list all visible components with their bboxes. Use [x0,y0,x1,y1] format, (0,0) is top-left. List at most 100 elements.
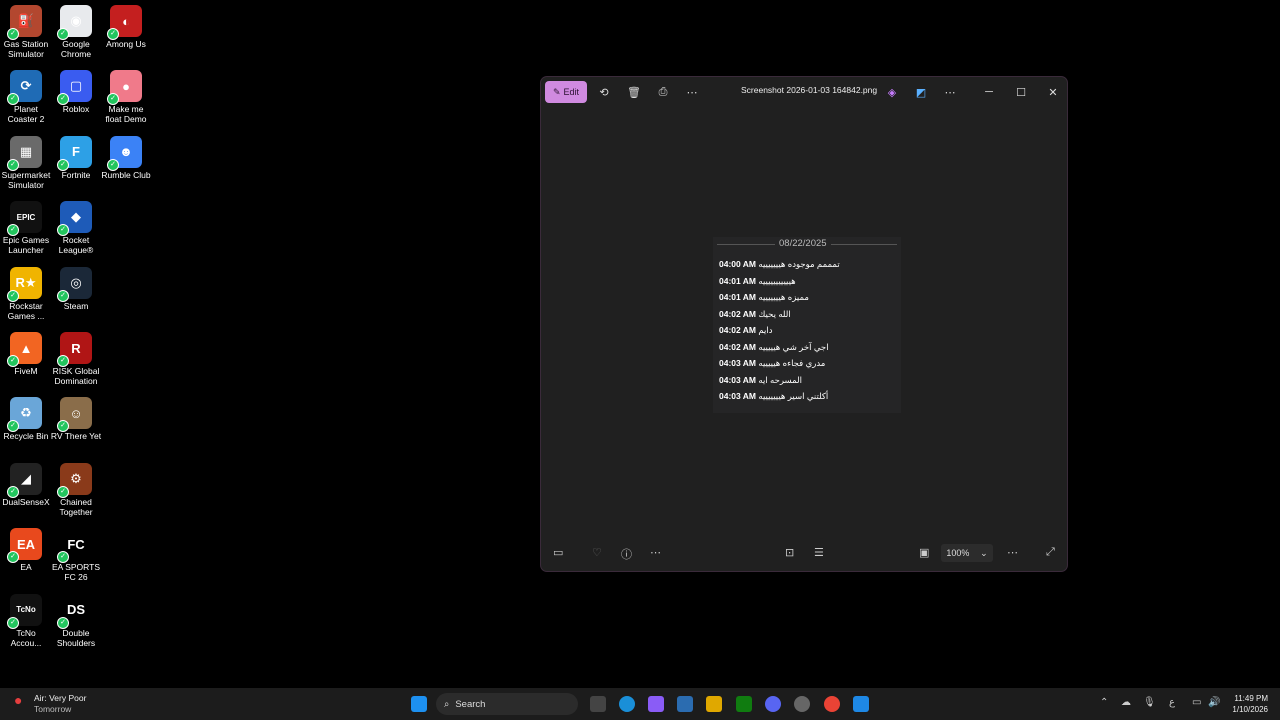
desktop-icon-label: Fortnite [61,169,91,180]
sync-badge-icon: ✓ [7,355,19,367]
weather-icon: ● [14,692,23,708]
epic-games-icon: EPIC ✓ [7,201,42,237]
paint-icon[interactable]: ◩ [914,81,928,103]
delete-icon[interactable]: 🗑 [627,81,641,103]
title-bar: ✎ Edit ⟲ 🗑 ⎙ ⋯ Screenshot 2026-01-03 164… [541,77,1067,107]
desktop-icon-tcno[interactable]: TcNo ✓ TcNo Accou... [0,593,52,648]
minimize-icon[interactable]: ─ [982,81,996,103]
tcno-icon: TcNo ✓ [7,593,42,629]
more-options-icon[interactable]: ⋯ [943,81,957,103]
copilot-taskbar-icon[interactable] [648,696,664,712]
message-time: 04:03 AM [719,358,757,368]
desktop-icon-gas-station-simulator[interactable]: ⛽ ✓ Gas Station Simulator [0,5,52,59]
dualsensex-icon: ◢ ✓ [7,462,42,498]
desktop-icon-label: Make me float Demo [105,104,147,125]
close-icon[interactable]: ✕ [1046,81,1060,103]
desktop-icon-rv-there-yet[interactable]: ☺ ✓ RV There Yet [50,397,102,441]
visual-search-icon[interactable]: ⊡ [785,546,794,559]
risk-icon: R ✓ [57,332,92,367]
fullscreen-icon[interactable]: ⤢ [1046,546,1055,559]
desktop-icon-label: RISK Global Domination [52,366,100,386]
start-icon[interactable] [411,696,427,712]
fit-to-window-icon[interactable]: ▣ [919,546,929,559]
store-icon[interactable] [677,696,693,712]
message-text: المسرحه ايه [758,374,802,385]
desktop-icon-rumble-club[interactable]: ☻ ✓ Rumble Club [100,135,152,180]
message-text: هيييييييييييه [758,275,796,286]
clock-date: 1/10/2026 [1232,705,1268,714]
chrome-taskbar-icon[interactable] [824,696,840,712]
desktop-icon-label: Rumble Club [101,169,151,180]
fivem-icon: ▲ ✓ [7,332,42,367]
desktop-icon-double-shoulders[interactable]: DS ✓ Double Shoulders [50,593,102,648]
desktop-icon-epic-games[interactable]: EPIC ✓ Epic Games Launcher [0,201,52,255]
xbox-icon[interactable] [736,696,752,712]
chat-message: 04:03 AM مدري فجاءه هيييييه [719,358,825,369]
sync-badge-icon: ✓ [57,485,69,498]
rotate-icon[interactable]: ⟲ [597,81,611,103]
desktop-icon-among-us[interactable]: ◐ ✓ Among Us [100,5,152,49]
fortnite-icon: F ✓ [57,135,92,171]
discord-icon[interactable] [765,696,781,712]
photos-taskbar-icon[interactable] [853,696,869,712]
screenshot-image: 08/22/2025 04:00 AM تمممم موجوده هيييييي… [713,237,901,413]
more-options-icon[interactable]: ⋯ [685,81,699,103]
bottom-bar: ▭ ♡ ⓘ ⋯ ⊡ ☰ ▣ 100% ⌄ ⋯ ⤢ [541,537,1067,571]
maximize-icon[interactable]: ☐ [1014,81,1028,103]
desktop-icon-dualsensex[interactable]: ◢ ✓ DualSenseX [0,462,52,507]
desktop-icon-steam[interactable]: ◎ ✓ Steam [50,266,102,311]
search-box[interactable]: ⌕ Search [436,693,578,715]
clock-time: 11:49 PM [1234,694,1268,703]
desktop-icon-ea-fc26[interactable]: FC ✓ EA SPORTS FC 26 [50,528,102,582]
ea-icon: EA ✓ [7,528,42,564]
desktop-icon-supermarket-simulator[interactable]: ▦ ✓ Supermarket Simulator [0,135,52,190]
desktop-icon-rockstar[interactable]: R★ ✓ Rockstar Games ... [0,266,52,321]
desktop-icon-chained-together[interactable]: ⚙ ✓ Chained Together [50,462,102,517]
more-options-icon[interactable]: ⋯ [1007,546,1018,559]
planet-coaster-icon: ⟳ ✓ [7,70,42,106]
desktop-icon-chrome[interactable]: ◉ ✓ Google Chrome [50,5,102,59]
print-icon[interactable]: ⎙ [656,81,670,103]
file-explorer-icon[interactable] [706,696,722,712]
desktop-icon-roblox[interactable]: ▢ ✓ Roblox [50,70,102,114]
desktop-icon-recycle-bin[interactable]: ♻ ✓ Recycle Bin [0,397,52,441]
volume-icon[interactable]: 🔊 [1208,697,1220,708]
filmstrip-icon[interactable]: ▭ [553,546,563,559]
desktop-icon-make-me-float[interactable]: ● ✓ Make me float Demo [100,70,152,124]
sync-badge-icon: ✓ [107,158,119,171]
desktop-icon-rocket-league[interactable]: ◆ ✓ Rocket League® [50,201,102,255]
weather-title: Air: Very Poor [34,693,87,703]
network-icon[interactable]: ▭ [1192,697,1201,708]
desktop-icon-risk[interactable]: R ✓ RISK Global Domination [50,332,102,386]
message-text: الله يحيك [758,308,791,319]
favorite-icon[interactable]: ♡ [592,546,602,559]
task-view-icon[interactable] [590,696,606,712]
edge-icon[interactable] [619,696,635,712]
info-icon[interactable]: ⓘ [621,546,632,562]
desktop-icon-ea[interactable]: EA ✓ EA [0,528,52,572]
desktop-icon-label: Steam [63,300,89,311]
onedrive-icon[interactable]: ☁ [1121,697,1131,708]
clock[interactable]: 11:49 PM 1/10/2026 [1224,693,1268,715]
desktop-icon-planet-coaster[interactable]: ⟳ ✓ Planet Coaster 2 [0,70,52,124]
message-text: دايم [758,325,773,335]
message-text: أكلتني اسير هيييييييه [758,391,829,401]
zoom-dropdown[interactable]: 100% ⌄ [941,544,993,562]
copilot-icon[interactable]: ◈ [885,81,899,103]
desktop-icon-fortnite[interactable]: F ✓ Fortnite [50,135,102,180]
more-options-icon[interactable]: ⋯ [650,546,661,559]
desktop-icon-label: Rocket League® [58,235,94,256]
chained-together-icon: ⚙ ✓ [57,462,92,498]
microphone-icon[interactable]: 🎙 [1143,697,1156,708]
desktop-icon-fivem[interactable]: ▲ ✓ FiveM [0,332,52,376]
settings-icon[interactable] [794,696,810,712]
weather-widget[interactable]: ● Air: Very Poor Tomorrow [14,692,87,715]
desktop-icon-label: Double Shoulders [56,627,96,648]
double-shoulders-icon: DS ✓ [57,593,92,629]
edit-button[interactable]: ✎ Edit [545,81,587,103]
compare-icon[interactable]: ☰ [814,546,824,559]
show-hidden-icons-icon[interactable]: ⌃ [1100,697,1108,708]
rumble-club-icon: ☻ ✓ [107,135,142,171]
language-indicator[interactable]: ع [1169,697,1175,708]
zoom-level: 100% [946,548,970,558]
